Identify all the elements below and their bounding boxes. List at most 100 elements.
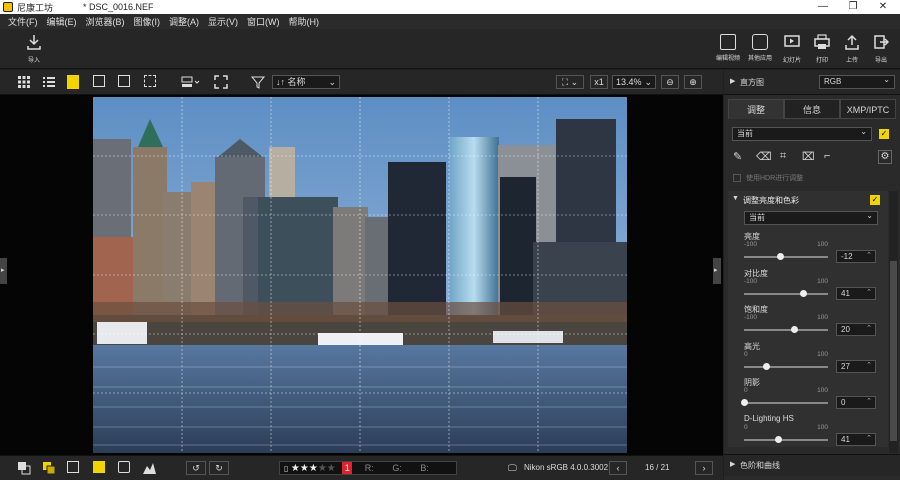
slider-knob[interactable] bbox=[740, 399, 748, 406]
section-preset-select[interactable]: 当前 bbox=[744, 210, 878, 225]
menu-adjust[interactable]: 调整(A) bbox=[169, 15, 199, 28]
slider-min: 0 bbox=[744, 387, 748, 394]
rating-star[interactable]: ★ bbox=[291, 463, 300, 474]
slider-value-field[interactable]: -12 bbox=[836, 250, 876, 263]
settings-gear-icon[interactable]: ⚙ bbox=[878, 150, 892, 164]
menu-view[interactable]: 显示(V) bbox=[208, 15, 238, 28]
compare-view-icon[interactable] bbox=[93, 75, 105, 89]
slider-track[interactable] bbox=[744, 326, 828, 333]
menu-file[interactable]: 文件(F) bbox=[8, 15, 38, 28]
protect-icon[interactable]: ▯ bbox=[284, 464, 288, 473]
levels-curves-label: 色阶和曲线 bbox=[740, 461, 780, 470]
photo-preview[interactable] bbox=[93, 97, 627, 453]
section-enable-checkbox[interactable]: ✓ bbox=[870, 195, 880, 205]
g-label: G: bbox=[392, 463, 402, 473]
eyedropper-icon[interactable]: ✎ bbox=[733, 150, 742, 163]
edit-video-button[interactable]: 编辑视频 bbox=[713, 34, 743, 62]
scrollbar-thumb[interactable] bbox=[890, 261, 897, 441]
overlay-icon[interactable] bbox=[17, 461, 31, 475]
slider-max: 100 bbox=[817, 423, 828, 431]
section-expand-icon[interactable]: ▼ bbox=[732, 195, 739, 202]
slider-track[interactable] bbox=[740, 399, 828, 406]
grid-overlay-icon[interactable] bbox=[93, 461, 105, 475]
slider-knob[interactable] bbox=[763, 362, 771, 370]
label-filter-icon[interactable] bbox=[42, 461, 56, 475]
slider-range: -100 100 bbox=[744, 278, 828, 285]
menu-edit[interactable]: 编辑(E) bbox=[47, 15, 77, 28]
slider-value-field[interactable]: 27 bbox=[836, 359, 876, 373]
quad-view-icon[interactable] bbox=[118, 75, 130, 89]
minimize-button[interactable]: — bbox=[808, 0, 838, 14]
slider-track[interactable] bbox=[744, 289, 828, 297]
menu-help[interactable]: 帮助(H) bbox=[289, 15, 320, 28]
menu-browser[interactable]: 浏览器(B) bbox=[86, 15, 125, 28]
tab-xmp-iptc[interactable]: XMP/IPTC bbox=[840, 99, 896, 119]
histogram-mode-select[interactable]: RGB bbox=[819, 74, 895, 89]
slider-min: -100 bbox=[744, 241, 758, 248]
filter-icon[interactable] bbox=[250, 75, 266, 89]
left-panel-toggle[interactable]: ▸ bbox=[0, 258, 7, 284]
adjust-preset-select[interactable]: 当前 bbox=[732, 126, 872, 141]
slider-knob[interactable] bbox=[790, 326, 798, 333]
slider-value-field[interactable]: 41 bbox=[836, 432, 876, 446]
menu-window[interactable]: 窗口(W) bbox=[247, 15, 280, 28]
right-panel-toggle[interactable]: ▸ bbox=[713, 258, 721, 284]
single-view-button[interactable] bbox=[67, 75, 79, 89]
rating-star[interactable]: ★ bbox=[300, 463, 309, 474]
status-bar: ↺ ↻ ▯ ★★★★★ 1 R: G: B: 🖵 Nikon sRGB 4.0.… bbox=[0, 455, 723, 480]
rotate-right-button[interactable]: ↻ bbox=[209, 461, 229, 475]
fullscreen-icon[interactable] bbox=[214, 75, 228, 89]
crop-icon[interactable]: ⌧ bbox=[802, 150, 815, 163]
other-apps-label: 其他应用 bbox=[747, 56, 772, 62]
zoom-in-button[interactable]: ⊕ bbox=[684, 75, 702, 89]
print-button[interactable]: 打印 bbox=[807, 34, 837, 64]
restore-button[interactable]: ❐ bbox=[838, 0, 868, 14]
layout-icon[interactable] bbox=[181, 75, 201, 89]
slider-track[interactable] bbox=[744, 253, 828, 260]
sort-select[interactable]: ↓↑ 名称 ⌄ bbox=[272, 75, 340, 89]
grid-view-icon[interactable] bbox=[17, 75, 31, 89]
straighten-icon[interactable]: ⌗ bbox=[780, 150, 786, 163]
slider-knob[interactable] bbox=[799, 289, 807, 297]
close-button[interactable]: ✕ bbox=[868, 0, 898, 14]
retouch-brush-icon[interactable]: ⌫ bbox=[756, 150, 772, 163]
export-button[interactable]: 导出 bbox=[866, 34, 896, 64]
zoom-out-button[interactable]: ⊖ bbox=[661, 75, 679, 89]
upload-button[interactable]: 上传 bbox=[837, 34, 867, 64]
slider-track[interactable] bbox=[744, 362, 828, 370]
tab-info[interactable]: 信息 bbox=[784, 99, 840, 119]
slider-min: -100 bbox=[744, 277, 758, 285]
rating-star[interactable]: ★ bbox=[309, 463, 318, 474]
list-view-icon[interactable] bbox=[42, 75, 56, 89]
zoom-multiplier[interactable]: x1 bbox=[590, 75, 608, 89]
levels-curves-header[interactable]: ▶ 色阶和曲线 bbox=[724, 454, 900, 476]
import-button[interactable]: 导入 bbox=[19, 34, 49, 64]
before-after-icon[interactable] bbox=[144, 75, 156, 89]
fit-to-window-button[interactable]: ⛶ ⌄ bbox=[556, 75, 584, 89]
slideshow-button[interactable]: 幻灯片 bbox=[777, 34, 807, 64]
rotate-left-button[interactable]: ↺ bbox=[186, 461, 206, 475]
histogram-header[interactable]: ▶ 直方图 RGB bbox=[724, 70, 900, 95]
export-icon bbox=[874, 35, 890, 49]
histogram-toggle-icon[interactable] bbox=[142, 461, 160, 475]
slider-knob[interactable] bbox=[774, 435, 782, 443]
hdr-checkbox[interactable] bbox=[733, 174, 741, 182]
slider-value-field[interactable]: 41 bbox=[836, 286, 876, 300]
menu-image[interactable]: 图像(I) bbox=[134, 15, 161, 28]
panel-scrollbar[interactable] bbox=[889, 191, 898, 453]
frame-icon[interactable] bbox=[67, 461, 79, 475]
slider-value-field[interactable]: 0 bbox=[836, 396, 876, 409]
info-icon[interactable] bbox=[118, 461, 130, 475]
slider-value-field[interactable]: 20 bbox=[836, 323, 876, 336]
color-label-badge[interactable]: 1 bbox=[342, 462, 353, 474]
rating-star[interactable]: ★ bbox=[327, 463, 336, 474]
other-apps-button[interactable]: 其他应用 bbox=[745, 34, 775, 62]
adjust-enable-checkbox[interactable]: ✓ bbox=[879, 129, 889, 139]
slider-track[interactable] bbox=[744, 435, 828, 443]
zoom-level-select[interactable]: 13.4% ⌄ bbox=[612, 75, 656, 89]
next-image-button[interactable]: › bbox=[695, 461, 713, 475]
perspective-icon[interactable]: ⌐ bbox=[824, 150, 830, 162]
previous-image-button[interactable]: ‹ bbox=[609, 461, 627, 475]
tab-adjust[interactable]: 调整 bbox=[728, 99, 784, 119]
rating-star[interactable]: ★ bbox=[318, 463, 327, 474]
